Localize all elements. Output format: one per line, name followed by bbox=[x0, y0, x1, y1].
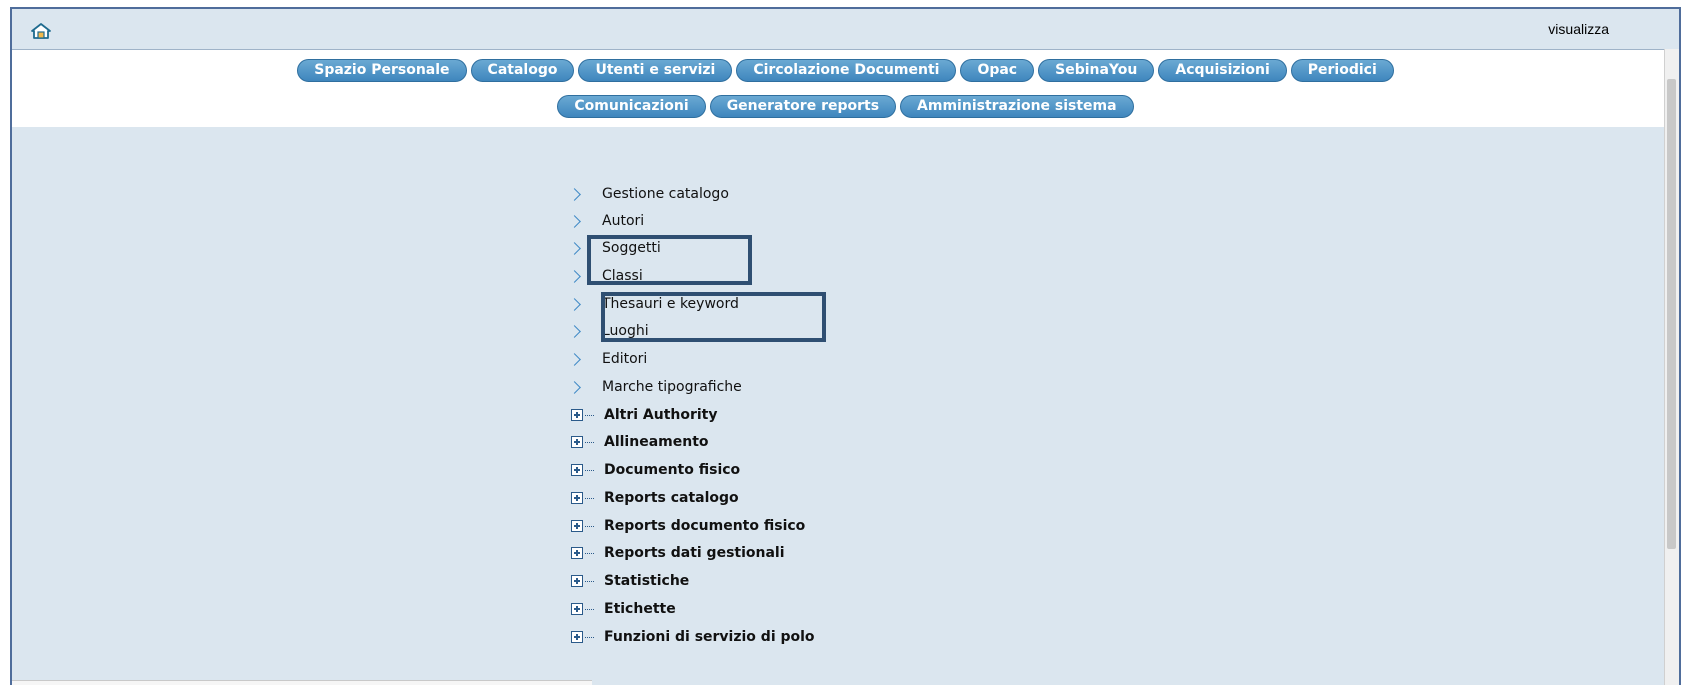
menu-group-reports-catalogo[interactable]: Reports catalogo bbox=[570, 487, 739, 509]
menu-item-soggetti[interactable]: Soggetti bbox=[568, 237, 661, 259]
menu-group-reports-documento-fisico[interactable]: Reports documento fisico bbox=[570, 515, 805, 537]
menu-group-label: Reports catalogo bbox=[604, 490, 739, 506]
menu-item-label: Classi bbox=[602, 268, 643, 284]
nav-circolazione-documenti[interactable]: Circolazione Documenti bbox=[736, 59, 957, 82]
scrollbar-thumb[interactable] bbox=[1667, 79, 1676, 549]
menu-group-statistiche[interactable]: Statistiche bbox=[570, 570, 689, 592]
expand-icon[interactable] bbox=[571, 492, 583, 504]
menu-item-label: Autori bbox=[602, 213, 645, 229]
menu-item-label: Editori bbox=[602, 351, 648, 367]
menu-group-label: Statistiche bbox=[604, 573, 690, 589]
nav-amministrazione-sistema[interactable]: Amministrazione sistema bbox=[900, 95, 1134, 118]
nav-catalogo[interactable]: Catalogo bbox=[470, 59, 575, 82]
main-nav-row-2: Comunicazioni Generatore reports Amminis… bbox=[12, 95, 1679, 118]
menu-group-label: Reports documento fisico bbox=[604, 518, 806, 534]
menu-group-label: Reports dati gestionali bbox=[604, 545, 785, 561]
content-panel: Gestione catalogo Autori Soggetti Classi… bbox=[12, 127, 1665, 685]
menu-item-gestione-catalogo[interactable]: Gestione catalogo bbox=[568, 183, 729, 205]
tree-connector bbox=[585, 636, 594, 638]
menu-item-label: Thesauri e keyword bbox=[602, 296, 739, 312]
menu-group-label: Funzioni di servizio di polo bbox=[604, 629, 815, 645]
vertical-scrollbar[interactable] bbox=[1664, 49, 1679, 685]
chevron-right-icon bbox=[568, 214, 581, 228]
menu-item-classi[interactable]: Classi bbox=[568, 265, 643, 287]
main-nav-row-1: Spazio Personale Catalogo Utenti e servi… bbox=[12, 59, 1679, 82]
menu-group-label: Documento fisico bbox=[604, 462, 741, 478]
home-icon[interactable] bbox=[30, 22, 52, 40]
nav-sebinayou[interactable]: SebinaYou bbox=[1038, 59, 1155, 82]
expand-icon[interactable] bbox=[571, 436, 583, 448]
menu-item-autori[interactable]: Autori bbox=[568, 210, 645, 232]
chevron-right-icon bbox=[568, 241, 581, 255]
menu-item-label: Gestione catalogo bbox=[602, 186, 729, 202]
status-strip bbox=[12, 680, 592, 685]
expand-icon[interactable] bbox=[571, 520, 583, 532]
nav-utenti-e-servizi[interactable]: Utenti e servizi bbox=[578, 59, 733, 82]
expand-icon[interactable] bbox=[571, 603, 583, 615]
nav-acquisizioni[interactable]: Acquisizioni bbox=[1158, 59, 1287, 82]
expand-icon[interactable] bbox=[571, 575, 583, 587]
tree-connector bbox=[585, 414, 594, 416]
menu-group-label: Altri Authority bbox=[604, 407, 718, 423]
menu-group-label: Etichette bbox=[604, 601, 676, 617]
menu-item-marche-tipografiche[interactable]: Marche tipografiche bbox=[568, 376, 742, 398]
menu-item-label: Marche tipografiche bbox=[602, 379, 742, 395]
menu-group-etichette[interactable]: Etichette bbox=[570, 598, 676, 620]
menu-group-funzioni-di-servizio-di-polo[interactable]: Funzioni di servizio di polo bbox=[570, 626, 815, 648]
menu-item-editori[interactable]: Editori bbox=[568, 348, 648, 370]
chevron-right-icon bbox=[568, 324, 581, 338]
menu-item-luoghi[interactable]: Luoghi bbox=[568, 320, 649, 342]
menu-group-documento-fisico[interactable]: Documento fisico bbox=[570, 459, 740, 481]
expand-icon[interactable] bbox=[571, 631, 583, 643]
chevron-right-icon bbox=[568, 352, 581, 366]
nav-spazio-personale[interactable]: Spazio Personale bbox=[297, 59, 467, 82]
chevron-right-icon bbox=[568, 187, 581, 201]
tree-connector bbox=[585, 608, 594, 610]
menu-item-label: Soggetti bbox=[602, 240, 661, 256]
tree-connector bbox=[585, 525, 594, 527]
chevron-right-icon bbox=[568, 269, 581, 283]
nav-comunicazioni[interactable]: Comunicazioni bbox=[557, 95, 706, 118]
menu-group-allineamento[interactable]: Allineamento bbox=[570, 431, 709, 453]
chevron-right-icon bbox=[568, 380, 581, 394]
chevron-right-icon bbox=[568, 297, 581, 311]
menu-group-label: Allineamento bbox=[604, 434, 709, 450]
menu-group-altri-authority[interactable]: Altri Authority bbox=[570, 404, 718, 426]
nav-opac[interactable]: Opac bbox=[960, 59, 1035, 82]
tree-connector bbox=[585, 441, 594, 443]
visualizza-link[interactable]: visualizza bbox=[1548, 21, 1609, 37]
tree-connector bbox=[585, 580, 594, 582]
menu-group-reports-dati-gestionali[interactable]: Reports dati gestionali bbox=[570, 542, 785, 564]
tree-connector bbox=[585, 469, 594, 471]
expand-icon[interactable] bbox=[571, 409, 583, 421]
top-bar: visualizza bbox=[12, 9, 1679, 50]
tree-connector bbox=[585, 497, 594, 499]
expand-icon[interactable] bbox=[571, 547, 583, 559]
menu-item-thesauri-e-keyword[interactable]: Thesauri e keyword bbox=[568, 293, 739, 315]
nav-periodici[interactable]: Periodici bbox=[1290, 59, 1394, 82]
expand-icon[interactable] bbox=[571, 464, 583, 476]
menu-item-label: Luoghi bbox=[602, 323, 649, 339]
nav-generatore-reports[interactable]: Generatore reports bbox=[709, 95, 897, 118]
app-window: visualizza Spazio Personale Catalogo Ute… bbox=[10, 7, 1681, 685]
tree-connector bbox=[585, 552, 594, 554]
